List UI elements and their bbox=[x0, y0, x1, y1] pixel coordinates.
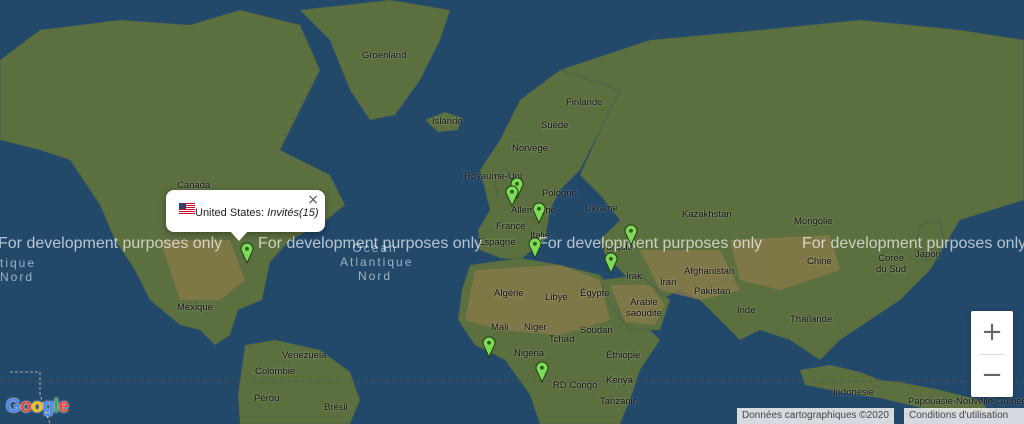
marker-germany[interactable] bbox=[532, 202, 546, 225]
china-label: Chine bbox=[807, 256, 832, 267]
map-pin-icon bbox=[535, 361, 549, 384]
mexico-label: Mexique bbox=[177, 302, 213, 313]
map-pin-icon bbox=[604, 252, 618, 275]
india-label: Inde bbox=[737, 305, 756, 316]
popup-country: United States: bbox=[195, 207, 265, 219]
logo-letter: G bbox=[6, 396, 21, 417]
popup-guests: Invités(15) bbox=[267, 207, 319, 219]
map-pin-icon bbox=[532, 202, 546, 225]
info-popup: United States: Invités(15) × bbox=[166, 190, 325, 241]
map-pin-icon bbox=[482, 336, 496, 359]
france-label: France bbox=[496, 221, 526, 232]
sweden-label: Suède bbox=[541, 120, 569, 131]
kenya-label: Kenya bbox=[606, 375, 633, 386]
marker-middle-east[interactable] bbox=[604, 252, 618, 275]
zoom-control: + − bbox=[971, 311, 1013, 397]
afghanistan-label: Afghanistan bbox=[684, 266, 735, 277]
terms-of-use-link[interactable]: Conditions d'utilisation bbox=[904, 408, 1024, 424]
kazakhstan-label: Kazakhstan bbox=[682, 209, 732, 220]
marker-turkey[interactable] bbox=[624, 224, 638, 247]
thailand-label: Thaïlande bbox=[790, 314, 833, 325]
saudi-label: Arabie saoudite bbox=[626, 297, 662, 319]
tanzania-label: Tanzanie bbox=[600, 396, 639, 407]
chad-label: Tchad bbox=[549, 334, 575, 345]
colombia-label: Colombie bbox=[255, 366, 296, 377]
niger-label: Niger bbox=[524, 322, 547, 333]
ukraine-label: Ukraine bbox=[585, 203, 618, 214]
popup-close-icon[interactable]: × bbox=[307, 193, 319, 207]
mongolia-label: Mongolie bbox=[794, 216, 833, 227]
map-pin-icon bbox=[240, 242, 254, 265]
indonesia-label: Indonésie bbox=[833, 387, 875, 398]
iceland-label: Islande bbox=[432, 116, 463, 127]
norway-label: Norvège bbox=[512, 143, 548, 154]
map-data-attribution[interactable]: Données cartographiques ©2020 bbox=[737, 408, 894, 424]
venezuela-label: Venezuela bbox=[282, 350, 327, 361]
greenland-label: Groenland bbox=[362, 50, 407, 61]
sudan-label: Soudan bbox=[580, 325, 613, 336]
ethiopia-label: Éthiopie bbox=[606, 350, 641, 361]
poland-label: Pologne bbox=[542, 188, 577, 199]
nigeria-label: Nigeria bbox=[514, 348, 545, 359]
peru-label: Pérou bbox=[254, 393, 280, 404]
logo-letter: g bbox=[42, 396, 55, 417]
map-pin-icon bbox=[624, 224, 638, 247]
iran-label: Iran bbox=[660, 277, 677, 288]
marker-united-states[interactable] bbox=[240, 242, 254, 265]
iraq-label: Irak bbox=[626, 271, 642, 282]
zoom-in-button[interactable]: + bbox=[971, 311, 1013, 354]
dev-watermark-1: For development purposes only bbox=[0, 235, 223, 252]
png-label: Papouasie-Nouvelle-Guinée bbox=[908, 396, 1024, 407]
marker-italy[interactable] bbox=[528, 237, 542, 260]
pakistan-label: Pakistan bbox=[694, 286, 731, 297]
rdc-label: RD Congo bbox=[553, 380, 598, 391]
marker-uk-2[interactable] bbox=[505, 185, 519, 208]
us-flag-icon bbox=[179, 203, 195, 214]
world-map[interactable]: Groenland Islande Finlande Suède Norvège Roya… bbox=[0, 0, 1024, 424]
zoom-out-button[interactable]: − bbox=[971, 354, 1013, 397]
google-logo[interactable]: Google bbox=[6, 396, 69, 418]
popup-text: United States: Invités(15) bbox=[195, 207, 319, 219]
ocean-edge-label: tique Nord bbox=[0, 256, 37, 284]
south-korea-label: Corée du Sud bbox=[876, 253, 907, 275]
algeria-label: Algérie bbox=[494, 288, 524, 299]
dev-watermark-2: For development purposes only bbox=[258, 235, 483, 252]
finland-label: Finlande bbox=[566, 97, 603, 108]
marker-ghana[interactable] bbox=[482, 336, 496, 359]
map-pin-icon bbox=[528, 237, 542, 260]
mali-label: Mali bbox=[491, 322, 509, 333]
logo-letter: e bbox=[58, 396, 69, 417]
dev-watermark-3: For development purposes only bbox=[538, 235, 763, 252]
libya-label: Libye bbox=[545, 292, 568, 303]
marker-gabon[interactable] bbox=[535, 361, 549, 384]
map-pin-icon bbox=[505, 185, 519, 208]
brazil-label: Brésil bbox=[324, 402, 348, 413]
logo-letter: o bbox=[20, 396, 32, 417]
dev-watermark-4: For development purposes only bbox=[802, 235, 1024, 252]
egypt-label: Égypte bbox=[580, 288, 610, 299]
spain-label: Espagne bbox=[478, 237, 516, 248]
logo-letter: o bbox=[31, 396, 43, 417]
